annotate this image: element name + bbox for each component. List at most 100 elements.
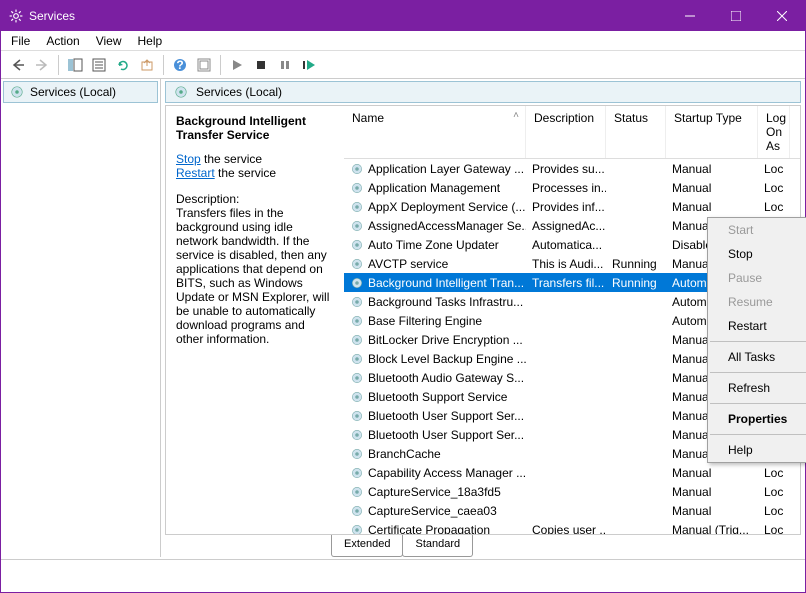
service-name: Certificate Propagation [368,523,490,535]
status-bar [1,559,805,573]
stop-link[interactable]: Stop [176,152,201,166]
toolbar: ? [1,51,805,79]
service-name: Application Layer Gateway ... [368,162,524,176]
close-button[interactable] [759,1,805,31]
service-logon: Loc [758,501,790,520]
service-row[interactable]: AppX Deployment Service (...Provides inf… [344,197,800,216]
stop-service-icon[interactable] [250,54,272,76]
service-status [606,216,666,235]
restart-service-icon[interactable] [298,54,320,76]
main-panel: Services (Local) Background Intelligent … [161,79,805,557]
svg-text:?: ? [176,58,183,72]
col-description[interactable]: Description [526,106,606,158]
service-desc [526,501,606,520]
service-status [606,311,666,330]
col-name[interactable]: Name [344,106,526,158]
service-desc [526,387,606,406]
nav-panel: Services (Local) [1,79,161,557]
service-name: Bluetooth User Support Ser... [368,409,524,423]
service-logon: Loc [758,197,790,216]
service-status: Running [606,254,666,273]
service-status [606,463,666,482]
menu-help[interactable]: Help [138,34,163,48]
menu-view[interactable]: View [96,34,122,48]
forward-icon[interactable] [31,54,53,76]
show-hide-tree-icon[interactable] [64,54,86,76]
menu-action[interactable]: Action [46,34,79,48]
service-desc: Provides inf... [526,197,606,216]
service-desc [526,368,606,387]
tab-extended[interactable]: Extended [331,535,403,557]
start-service-icon[interactable] [226,54,248,76]
gear-icon [350,390,364,404]
service-desc [526,482,606,501]
selected-service-name: Background Intelligent Transfer Service [176,114,334,142]
export-icon[interactable] [136,54,158,76]
gear-icon [174,85,188,99]
help2-icon[interactable] [193,54,215,76]
nav-item-label: Services (Local) [30,85,116,99]
service-status: Running [606,273,666,292]
back-icon[interactable] [7,54,29,76]
service-row[interactable]: CaptureService_18a3fd5ManualLoc [344,482,800,501]
service-status [606,330,666,349]
service-status [606,292,666,311]
service-logon: Loc [758,159,790,178]
ctx-properties[interactable]: Properties [708,407,806,431]
gear-icon [350,447,364,461]
col-logon[interactable]: Log On As [758,106,790,158]
nav-item-services-local[interactable]: Services (Local) [3,81,158,103]
service-name: Base Filtering Engine [368,314,482,328]
ctx-refresh[interactable]: Refresh [708,376,806,400]
ctx-restart[interactable]: Restart [708,314,806,338]
service-startup: Manual [666,197,758,216]
service-name: AVCTP service [368,257,448,271]
service-row[interactable]: Certificate PropagationCopies user ...Ma… [344,520,800,534]
service-status [606,425,666,444]
col-startup[interactable]: Startup Type [666,106,758,158]
ctx-stop[interactable]: Stop [708,242,806,266]
service-row[interactable]: Capability Access Manager ...ManualLoc [344,463,800,482]
service-desc: Processes in... [526,178,606,197]
panel-header: Services (Local) [165,81,801,103]
service-desc: Automatica... [526,235,606,254]
service-startup: Manual [666,159,758,178]
context-menu: Start Stop Pause Resume Restart All Task… [707,217,806,463]
service-row[interactable]: CaptureService_caea03ManualLoc [344,501,800,520]
service-name: Bluetooth Support Service [368,390,507,404]
service-status [606,501,666,520]
service-row[interactable]: Application ManagementProcesses in...Man… [344,178,800,197]
panel-header-label: Services (Local) [196,85,282,99]
refresh-icon[interactable] [112,54,134,76]
gear-icon [350,333,364,347]
properties-icon[interactable] [88,54,110,76]
gear-icon [350,409,364,423]
minimize-button[interactable] [667,1,713,31]
menu-file[interactable]: File [11,34,30,48]
col-status[interactable]: Status [606,106,666,158]
ctx-alltasks[interactable]: All Tasks [708,345,806,369]
service-desc [526,406,606,425]
gear-icon [350,162,364,176]
service-name: Capability Access Manager ... [368,466,526,480]
service-desc [526,349,606,368]
ctx-start: Start [708,218,806,242]
service-name: Bluetooth User Support Ser... [368,428,524,442]
service-row[interactable]: Application Layer Gateway ...Provides su… [344,159,800,178]
maximize-button[interactable] [713,1,759,31]
gear-icon [350,466,364,480]
pause-service-icon[interactable] [274,54,296,76]
ctx-help[interactable]: Help [708,438,806,462]
help-icon[interactable]: ? [169,54,191,76]
gear-icon [350,352,364,366]
service-name: Auto Time Zone Updater [368,238,499,252]
gear-icon [9,9,23,23]
service-name: CaptureService_caea03 [368,504,497,518]
service-desc: Provides su... [526,159,606,178]
service-logon: Loc [758,463,790,482]
tab-standard[interactable]: Standard [402,535,473,557]
menu-bar: File Action View Help [1,31,805,51]
description-text: Transfers files in the background using … [176,206,334,346]
service-logon: Loc [758,520,790,534]
restart-link[interactable]: Restart [176,166,215,180]
